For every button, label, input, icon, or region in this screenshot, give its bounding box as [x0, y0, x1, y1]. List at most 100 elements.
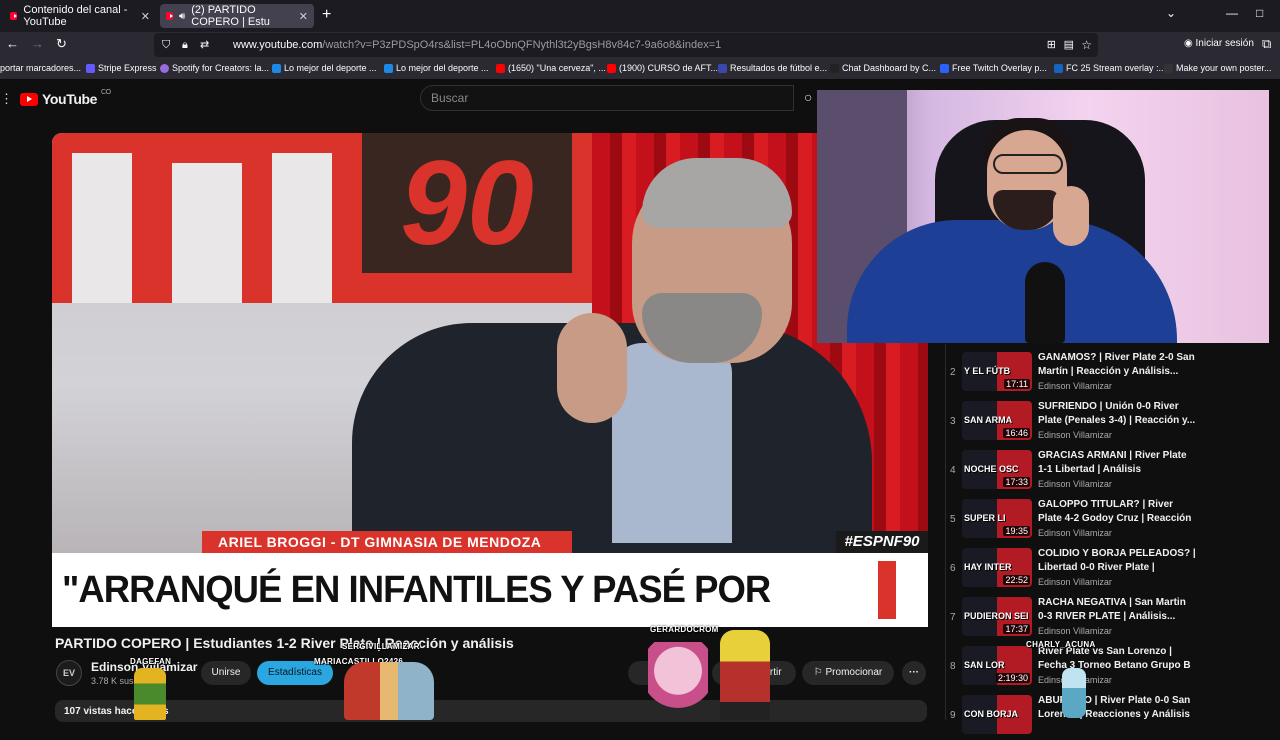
youtube-favicon-icon [496, 63, 505, 73]
playlist-item[interactable]: 2 Y EL FÚTB 17:11 GANAMOS? | River Plate … [946, 348, 1226, 397]
bookmark-star-icon[interactable]: ☆ [1081, 33, 1092, 57]
playlist-thumbnail[interactable]: HAY INTER 22:52 [962, 548, 1032, 587]
youtube-favicon-icon [10, 12, 18, 20]
playlist-title[interactable]: COLIDIO Y BORJA PELEADOS? | Libertad 0-0… [1038, 547, 1196, 575]
playlist-title[interactable]: GANAMOS? | River Plate 2-0 San Martín | … [1038, 351, 1196, 379]
playlist-thumbnail[interactable]: CON BORJA [962, 695, 1032, 734]
playlist-index: 5 [950, 514, 956, 525]
streamer-hand [1053, 186, 1089, 246]
forward-icon[interactable]: → [31, 36, 44, 51]
channel-avatar[interactable]: EV [56, 660, 82, 686]
playlist-item[interactable]: 3 SAN ARMA 16:46 SUFRIENDO | Unión 0-0 Ri… [946, 397, 1226, 446]
youtube-logo[interactable]: YouTube CO [20, 89, 111, 107]
studio-logo-90: 90 [362, 133, 572, 273]
translate-icon[interactable]: ⊞ [1047, 33, 1056, 57]
playlist-thumbnail[interactable]: SUPER LI 19:35 [962, 499, 1032, 538]
speaker-icon[interactable]: 🔊︎ [179, 11, 185, 22]
playlist-channel: Edinson Villamizar [1038, 577, 1112, 587]
more-actions-button[interactable]: ··· [902, 661, 926, 685]
duration-badge: 22:52 [1003, 575, 1030, 585]
playlist-channel: Edinson Villamizar [1038, 626, 1112, 636]
bookmark-item[interactable]: Stripe Express [86, 63, 157, 73]
playlist-thumbnail[interactable]: Y EL FÚTB 17:11 [962, 352, 1032, 391]
bookmark-label: Free Twitch Overlay p... [952, 63, 1047, 73]
playlist-thumbnail[interactable]: PUDIERON SEI 17:37 [962, 597, 1032, 636]
playlist-title[interactable]: SUFRIENDO | Unión 0-0 River Plate (Penal… [1038, 400, 1196, 428]
tab-label: (2) PARTIDO COPERO | Estu [191, 4, 270, 28]
bookmark-item[interactable]: Resultados de fútbol e... [718, 63, 827, 73]
playlist-channel: Edinson Villamizar [1038, 381, 1112, 391]
tab-list-chevron-icon[interactable]: ⌄ [1166, 6, 1176, 20]
stripe-icon [86, 63, 95, 73]
playlist-channel: Edinson Villamizar [1038, 430, 1112, 440]
playlist-title[interactable]: GALOPPO TITULAR? | River Plate 4-2 Godoy… [1038, 498, 1196, 526]
tab-close-icon[interactable]: ✕ [299, 10, 308, 23]
new-tab-icon[interactable]: + [322, 6, 331, 24]
address-bar[interactable]: ⛉ 🔒︎ ⇄ www.youtube.com/watch?v=P3zPDSpO4… [154, 33, 1098, 57]
overlay-viewer-name: CHARLY_ACUNA [1026, 640, 1096, 649]
thumb-text: PUDIERON SEI [964, 611, 1029, 621]
reader-icon[interactable]: ▤ [1064, 33, 1074, 57]
playlist-item[interactable]: 4 NOCHE OSC 17:33 GRACIAS ARMANI | River … [946, 446, 1226, 495]
back-icon[interactable]: ← [6, 36, 19, 51]
minimize-icon[interactable]: — [1226, 6, 1238, 20]
lock-icon[interactable]: 🔒︎ [182, 33, 188, 57]
playlist-index: 8 [950, 661, 956, 672]
bookmark-item[interactable]: (1650) "Una cerveza", ... [496, 63, 606, 73]
join-button[interactable]: Unirse [201, 661, 251, 685]
bookmark-item[interactable]: Lo mejor del deporte ... [272, 63, 377, 73]
bookmark-label: (1900) CURSO de AFT... [619, 63, 719, 73]
thumb-text: SUPER LI [964, 513, 1006, 523]
playlist-item[interactable]: 9 CON BORJA ABURRIDO | River Plate 0-0 S… [946, 691, 1226, 740]
signin-label: Iniciar sesión [1195, 38, 1254, 49]
maximize-icon[interactable]: □ [1256, 6, 1263, 20]
search-icon[interactable]: ○ [804, 89, 812, 105]
lower-third-name: ARIEL BROGGI - DT GIMNASIA DE MENDOZA [202, 531, 572, 553]
site-icon [1054, 63, 1063, 73]
overlay-viewer-name: SERGIVILLAMIZAR [342, 642, 420, 651]
playlist-item[interactable]: 8 SAN LOR 2:19:30 River Plate vs San Lore… [946, 642, 1226, 691]
promote-button[interactable]: ⚐ Promocionar [802, 661, 894, 685]
url-path: /watch?v=P3zPDSpO4rs&list=PL4oObnQFNythl… [322, 39, 722, 51]
bookmark-item[interactable]: Free Twitch Overlay p... [940, 63, 1047, 73]
site-icon [384, 63, 393, 73]
search-input[interactable]: Buscar [420, 85, 794, 111]
bookmark-label: Resultados de fútbol e... [730, 63, 828, 73]
playlist-thumbnail[interactable]: SAN LOR 2:19:30 [962, 646, 1032, 685]
bookmark-item[interactable]: portar marcadores... [0, 63, 81, 73]
playlist-title[interactable]: River Plate vs San Lorenzo | Fecha 3 Tor… [1038, 645, 1196, 673]
playlist-item[interactable]: 5 SUPER LI 19:35 GALOPPO TITULAR? | River… [946, 495, 1226, 544]
playlist-title[interactable]: GRACIAS ARMANI | River Plate 1-1 Liberta… [1038, 449, 1196, 477]
bookmark-label: Spotify for Creators: la... [172, 63, 270, 73]
description-box[interactable] [55, 700, 927, 722]
bookmark-item[interactable]: Chat Dashboard by C... [830, 63, 936, 73]
duration-badge: 2:19:30 [995, 673, 1030, 683]
shield-icon[interactable]: ⛉ [162, 33, 170, 57]
tab-channel-content[interactable]: Contenido del canal - YouTube ✕ [4, 4, 156, 28]
bookmark-item[interactable]: (1900) CURSO de AFT... [607, 63, 718, 73]
extensions-icon[interactable]: ⧉ [1262, 36, 1271, 52]
bookmark-item[interactable]: Lo mejor del deporte ... [384, 63, 489, 73]
bookmark-label: Make your own poster... [1176, 63, 1272, 73]
thumb-text: SAN ARMA [964, 415, 1013, 425]
bookmark-label: Lo mejor del deporte ... [396, 63, 489, 73]
playlist-item[interactable]: 6 HAY INTER 22:52 COLIDIO Y BORJA PELEADO… [946, 544, 1226, 593]
reload-icon[interactable]: ↻ [56, 36, 67, 52]
playlist-item[interactable]: 7 PUDIERON SEI 17:37 RACHA NEGATIVA | San… [946, 593, 1226, 642]
account-icon: ◉ [1184, 38, 1193, 49]
tab-close-icon[interactable]: ✕ [141, 10, 150, 23]
bookmark-item[interactable]: Make your own poster... [1164, 63, 1272, 73]
playlist-thumbnail[interactable]: NOCHE OSC 17:33 [962, 450, 1032, 489]
menu-icon[interactable]: ⋮ [0, 91, 13, 107]
bookmark-item[interactable]: Spotify for Creators: la... [160, 63, 269, 73]
bookmark-item[interactable]: FC 25 Stream overlay :... [1054, 63, 1166, 73]
permissions-icon[interactable]: ⇄ [200, 33, 209, 57]
playlist-title[interactable]: RACHA NEGATIVA | San Martin 0-3 RIVER PL… [1038, 596, 1196, 624]
playlist-thumbnail[interactable]: SAN ARMA 16:46 [962, 401, 1032, 440]
signin-button[interactable]: ◉ Iniciar sesión [1184, 38, 1254, 49]
video-player[interactable]: 90 ARIEL BROGGI - DT GIMNASIA DE MENDOZA… [52, 133, 928, 627]
thumb-text: CON BORJA [964, 709, 1019, 719]
overlay-viewer-name: GERARDOCROM [650, 625, 719, 634]
tab-current-video[interactable]: 🔊︎ (2) PARTIDO COPERO | Estu ✕ [160, 4, 314, 28]
streamer-glasses [993, 154, 1063, 174]
